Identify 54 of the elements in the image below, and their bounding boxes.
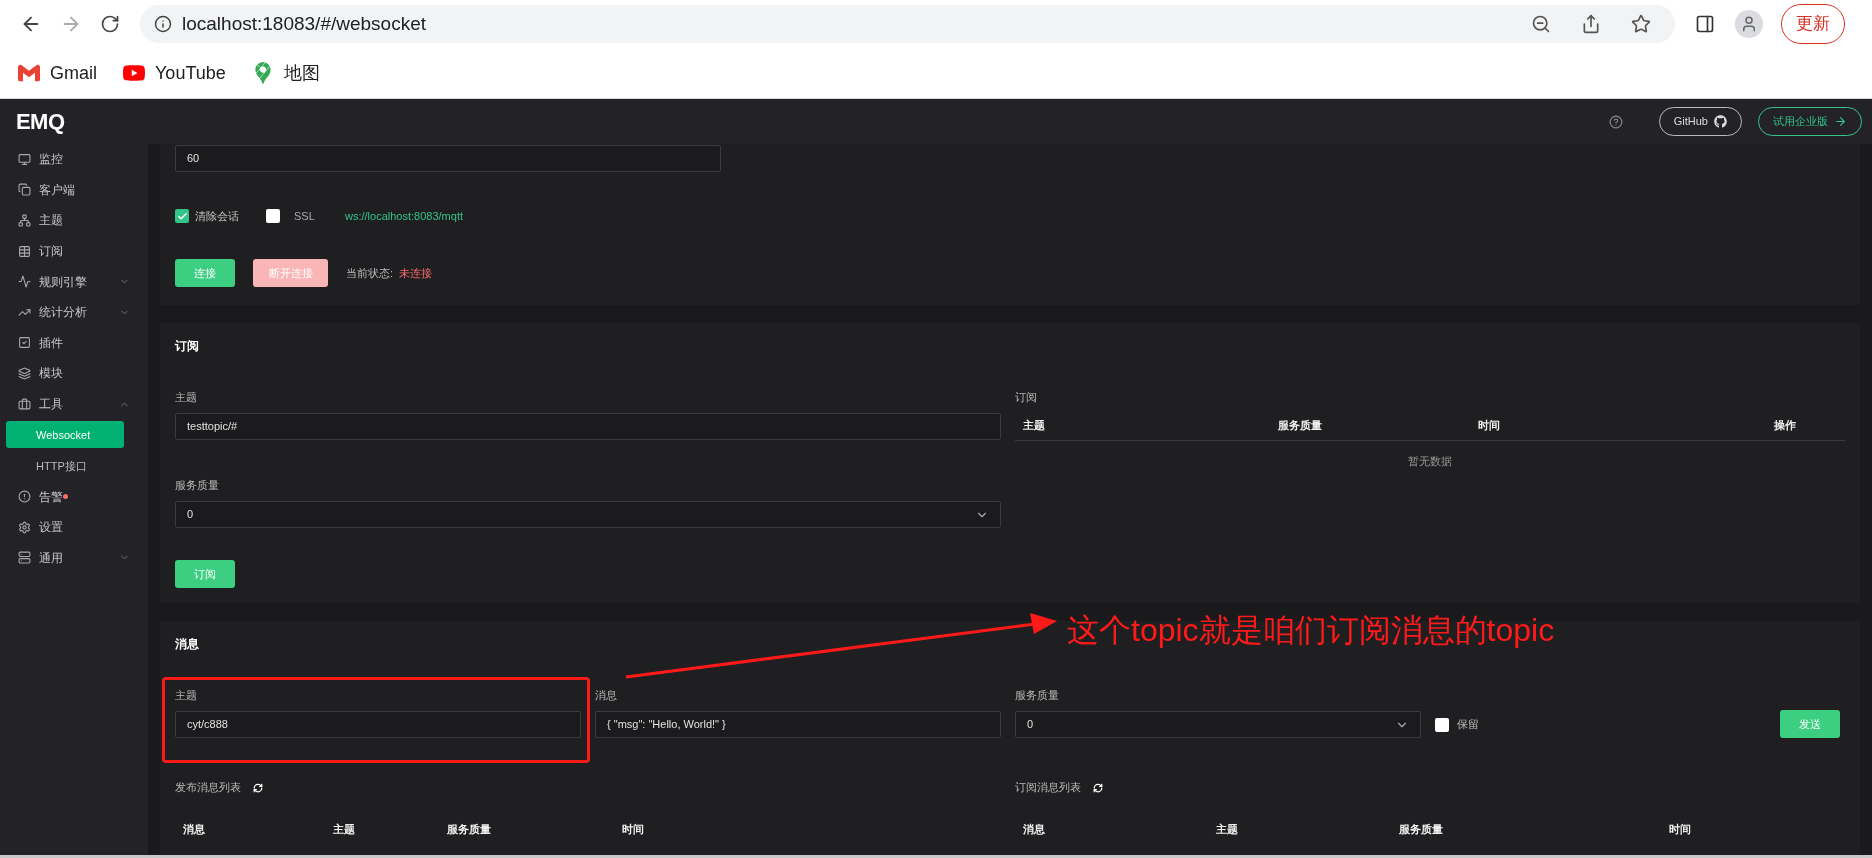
topic-field[interactable]: testtopic/# [175, 413, 1001, 440]
bookmark-link[interactable]: YouTube [123, 59, 226, 87]
status-label: 当前状态: [346, 265, 394, 281]
logo: EMQ [16, 108, 65, 136]
qos-select[interactable]: 0 [175, 501, 1001, 528]
topic-field[interactable]: cyt/c888 [175, 711, 581, 738]
sidebar-subitem[interactable]: HTTP接口 [6, 452, 124, 480]
field-label: 服务质量 [175, 478, 220, 493]
sidebar-item[interactable]: 客户端 [0, 174, 148, 206]
column-header: 时间 [1669, 821, 1692, 837]
bookmark-link[interactable]: Gmail [18, 59, 97, 87]
connection-status: 未连接 [399, 265, 433, 281]
sidebar-item[interactable]: 监控 [0, 144, 148, 175]
table-title: 订阅 [1015, 390, 1038, 405]
column-header: 时间 [622, 821, 645, 837]
websocket-url: ws://localhost:8083/mqtt [345, 208, 463, 224]
sidebar-item[interactable]: 告警 [0, 481, 148, 512]
sidebar-item[interactable]: 订阅 [0, 235, 148, 267]
sidebar-item[interactable]: 工具 [0, 388, 148, 420]
address-bar[interactable]: localhost:18083/#/websocket [140, 5, 1675, 43]
field-label: 服务质量 [1015, 688, 1060, 703]
card-title: 消息 [175, 636, 200, 653]
qos-select[interactable]: 0 [1015, 711, 1421, 738]
checkbox-label: 保留 [1457, 717, 1479, 733]
column-header: 消息 [183, 821, 206, 837]
column-header: 消息 [1023, 821, 1046, 837]
column-header: 主题 [333, 821, 356, 837]
sidebar-item[interactable]: 主题 [0, 205, 148, 236]
checkbox-label: SSL [294, 208, 316, 224]
column-header: 主题 [1216, 821, 1239, 837]
field-label: 主题 [175, 688, 198, 703]
field-label: 主题 [175, 390, 198, 405]
annotation-text: 这个topic就是咱们订阅消息的topic [1067, 611, 1555, 650]
list-title: 发布消息列表 [175, 780, 241, 796]
card-title: 订阅 [175, 338, 200, 355]
sidebar-item[interactable]: 统计分析 [0, 296, 148, 328]
bookmark-link[interactable]: 地图 [251, 59, 320, 87]
list-title: 订阅消息列表 [1015, 780, 1081, 796]
keepalive-field[interactable]: 60 [175, 145, 721, 172]
column-header: 主题 [1023, 417, 1046, 433]
sidebar-item[interactable]: 插件 [0, 327, 148, 359]
sidebar-item[interactable]: 设置 [0, 511, 148, 543]
empty-table-text: 暂无数据 [1407, 454, 1453, 469]
column-header: 服务质量 [447, 821, 492, 837]
message-field[interactable]: { "msg": "Hello, World!" } [595, 711, 1001, 738]
column-header: 时间 [1478, 417, 1501, 433]
sidebar-item[interactable]: 模块 [0, 358, 148, 389]
checkbox-label: 清除会话 [195, 208, 240, 224]
field-label: 消息 [595, 688, 618, 703]
sidebar-item[interactable]: 规则引擎 [0, 266, 148, 297]
column-header: 操作 [1774, 417, 1797, 433]
column-header: 服务质量 [1278, 417, 1323, 433]
column-header: 服务质量 [1399, 821, 1444, 837]
sidebar-item[interactable]: 通用 [0, 542, 148, 574]
